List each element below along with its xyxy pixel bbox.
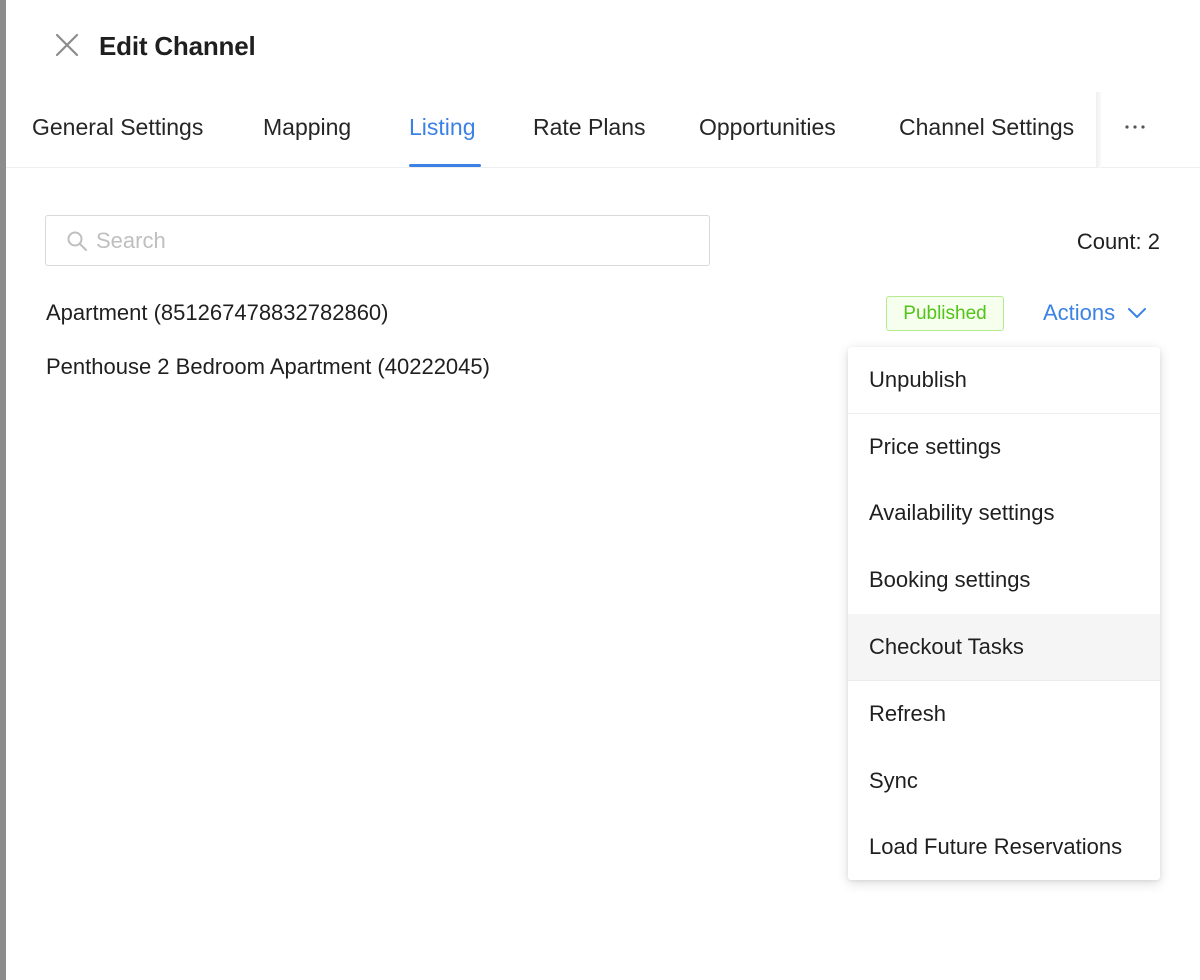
listing-item-penthouse: Penthouse 2 Bedroom Apartment (40222045) — [46, 354, 490, 379]
page-title: Edit Channel — [99, 31, 256, 61]
tab-channel-settings[interactable]: Channel Settings — [899, 114, 1074, 141]
search-icon — [66, 230, 88, 252]
active-tab-indicator — [409, 164, 481, 167]
tabs-more-button[interactable] — [1118, 110, 1152, 144]
listing-item-apartment: Apartment (851267478832782860) — [46, 300, 389, 325]
search-input[interactable] — [96, 227, 676, 254]
close-icon — [55, 33, 79, 57]
tab-opportunities[interactable]: Opportunities — [699, 114, 836, 141]
menu-item-checkout-tasks[interactable]: Checkout Tasks — [848, 614, 1160, 680]
listing-count: Count: 2 — [1076, 229, 1160, 254]
tab-mapping[interactable]: Mapping — [263, 114, 351, 141]
page-header: Edit Channel — [6, 0, 1200, 92]
tabs-overflow-shadow — [1096, 92, 1101, 168]
actions-dropdown-trigger[interactable]: Actions — [1043, 300, 1147, 326]
chevron-down-icon — [1127, 306, 1147, 320]
tab-general-settings[interactable]: General Settings — [32, 114, 203, 141]
menu-item-refresh[interactable]: Refresh — [848, 681, 1160, 747]
close-button[interactable] — [52, 30, 82, 60]
tab-listing[interactable]: Listing — [409, 114, 475, 141]
search-box — [45, 215, 710, 266]
menu-item-unpublish[interactable]: Unpublish — [848, 347, 1160, 413]
actions-label: Actions — [1043, 300, 1116, 325]
menu-item-availability-settings[interactable]: Availability settings — [848, 480, 1160, 546]
tab-rate-plans[interactable]: Rate Plans — [533, 114, 646, 141]
status-badge: Published — [886, 296, 1004, 331]
menu-item-load-future-reservations[interactable]: Load Future Reservations — [848, 814, 1160, 880]
menu-item-booking-settings[interactable]: Booking settings — [848, 547, 1160, 613]
actions-menu: Unpublish Price settings Availability se… — [848, 347, 1160, 880]
menu-item-sync[interactable]: Sync — [848, 748, 1160, 814]
tab-bar: General Settings Mapping Listing Rate Pl… — [6, 92, 1200, 168]
menu-item-price-settings[interactable]: Price settings — [848, 414, 1160, 480]
ellipsis-icon — [1125, 125, 1145, 129]
